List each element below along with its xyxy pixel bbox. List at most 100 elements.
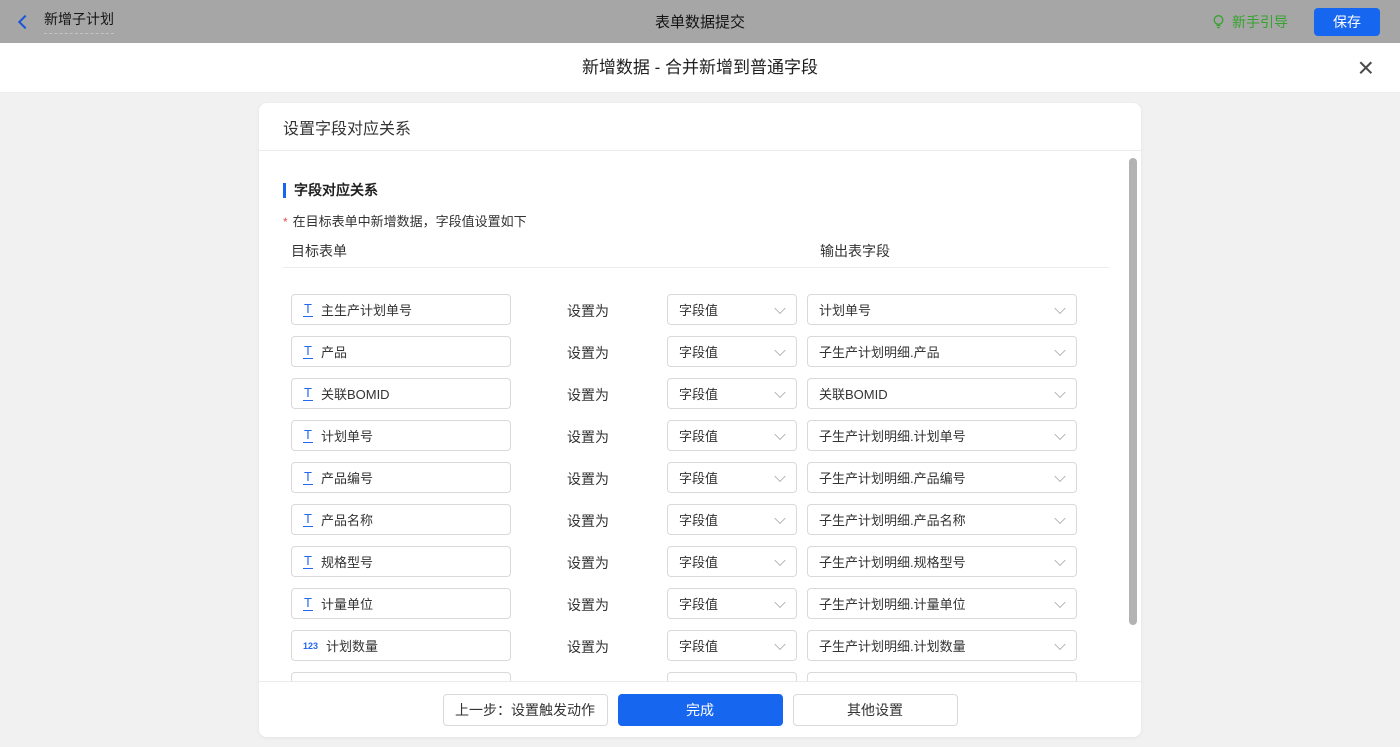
chevron-down-icon (774, 428, 785, 439)
output-field-select[interactable]: 关联BOMID (807, 378, 1077, 409)
field-mapping-row: 123计划数量 设置为 字段值 子生产计划明细.计划数量 (259, 627, 1141, 669)
done-button[interactable]: 完成 (618, 694, 783, 726)
vertical-scrollbar-thumb[interactable] (1129, 158, 1137, 625)
header-divider (283, 267, 1109, 268)
set-as-label: 设置为 (567, 595, 609, 615)
chevron-down-icon (1054, 596, 1065, 607)
number-field-type-icon: 123 (303, 641, 318, 651)
field-mapping-row: T规格型号 设置为 字段值 子生产计划明细.规格型号 (259, 543, 1141, 585)
set-as-label: 设置为 (567, 427, 609, 447)
text-field-type-icon: T (303, 428, 313, 443)
card-footer: 上一步：设置触发动作 完成 其他设置 (259, 681, 1141, 737)
field-mapping-row-partial (259, 669, 1141, 681)
field-mapping-row: T产品名称设置为字段值子生产计划明细.产品名称 (259, 501, 1141, 543)
value-method-select[interactable]: 字段值 (667, 336, 797, 367)
value-method-select[interactable]: 字段值 (667, 420, 797, 451)
text-field-type-icon: T (303, 512, 313, 527)
output-field-select[interactable]: 子生产计划明细.产品名称 (807, 504, 1077, 535)
output-field-label: 子生产计划明细.产品名称 (819, 510, 966, 529)
column-header-output-field: 输出表字段 (820, 241, 890, 261)
output-field-select[interactable]: 计划单号 (807, 294, 1077, 325)
chevron-down-icon (1054, 512, 1065, 523)
output-field-select[interactable]: 子生产计划明细.规格型号 (807, 546, 1077, 577)
output-field-label: 子生产计划明细.计量单位 (819, 594, 966, 613)
text-field-type-icon: T (303, 302, 313, 317)
beginner-guide-label: 新手引导 (1232, 12, 1288, 32)
target-field-box[interactable]: T 产品 (291, 336, 511, 367)
value-method-select[interactable]: 字段值 (667, 504, 797, 535)
output-field-select[interactable]: 子生产计划明细.产品 (807, 336, 1077, 367)
save-button[interactable]: 保存 (1314, 8, 1380, 36)
field-mapping-row: T 计量单位 设置为 字段值 子生产计划明细.计量单位 (259, 585, 1141, 627)
value-method-select[interactable]: 字段值 (667, 588, 797, 619)
value-method-select[interactable] (667, 672, 797, 681)
set-as-label: 设置为 (567, 553, 609, 573)
value-method-select[interactable]: 字段值 (667, 462, 797, 493)
target-field-box[interactable]: T产品名称 (291, 504, 511, 535)
section-title: 字段对应关系 (283, 183, 378, 198)
value-method-select[interactable]: 字段值 (667, 546, 797, 577)
value-method-label: 字段值 (679, 384, 718, 403)
set-as-label: 设置为 (567, 301, 609, 321)
value-method-label: 字段值 (679, 552, 718, 571)
output-field-select[interactable] (807, 672, 1077, 681)
beginner-guide-link[interactable]: 新手引导 (1211, 12, 1288, 32)
target-field-label: 主生产计划单号 (321, 300, 412, 319)
field-mapping-row: T 主生产计划单号 设置为 字段值计划单号 (259, 291, 1141, 333)
required-asterisk: * (283, 215, 288, 229)
output-field-select[interactable]: 子生产计划明细.计划单号 (807, 420, 1077, 451)
previous-step-button[interactable]: 上一步：设置触发动作 (443, 694, 608, 726)
section-description: *在目标表单中新增数据，字段值设置如下 (283, 211, 527, 230)
lightbulb-icon (1211, 14, 1226, 30)
set-as-label: 设置为 (567, 343, 609, 363)
set-as-label: 设置为 (567, 637, 609, 657)
text-field-type-icon: T (303, 596, 313, 611)
value-method-label: 字段值 (679, 510, 718, 529)
chevron-down-icon (774, 386, 785, 397)
target-field-box[interactable]: T 计量单位 (291, 588, 511, 619)
topbar: 新增子计划 表单数据提交 新手引导 保存 (0, 0, 1400, 43)
output-field-select[interactable]: 子生产计划明细.产品编号 (807, 462, 1077, 493)
target-field-box[interactable] (291, 672, 511, 681)
output-field-label: 子生产计划明细.产品编号 (819, 468, 966, 487)
value-method-label: 字段值 (679, 342, 718, 361)
chevron-down-icon (774, 302, 785, 313)
close-icon[interactable]: × (1358, 51, 1374, 85)
target-field-box[interactable]: T 计划单号 (291, 420, 511, 451)
value-method-label: 字段值 (679, 594, 718, 613)
target-field-box[interactable]: T产品编号 (291, 462, 511, 493)
plan-name-label[interactable]: 新增子计划 (44, 9, 114, 34)
value-method-select[interactable]: 字段值 (667, 630, 797, 661)
output-field-select[interactable]: 子生产计划明细.计划数量 (807, 630, 1077, 661)
field-mapping-row: T产品编号设置为字段值子生产计划明细.产品编号 (259, 459, 1141, 501)
output-field-select[interactable]: 子生产计划明细.计量单位 (807, 588, 1077, 619)
text-field-type-icon: T (303, 344, 313, 359)
target-field-label: 产品 (321, 342, 347, 361)
target-field-label: 计划单号 (321, 426, 373, 445)
chevron-down-icon (1054, 638, 1065, 649)
modal-header: 新增数据 - 合并新增到普通字段 × (0, 43, 1400, 93)
target-field-box[interactable]: T 关联BOMID (291, 378, 511, 409)
field-mapping-card: 设置字段对应关系 字段对应关系 *在目标表单中新增数据，字段值设置如下 目标表单… (259, 103, 1141, 737)
value-method-select[interactable]: 字段值 (667, 378, 797, 409)
chevron-down-icon (774, 470, 785, 481)
chevron-down-icon (774, 512, 785, 523)
other-settings-button[interactable]: 其他设置 (793, 694, 958, 726)
chevron-down-icon (1054, 302, 1065, 313)
target-field-box[interactable]: 123计划数量 (291, 630, 511, 661)
card-header-title: 设置字段对应关系 (259, 103, 1141, 151)
value-method-label: 字段值 (679, 426, 718, 445)
output-field-label: 子生产计划明细.计划数量 (819, 636, 966, 655)
target-field-label: 计量单位 (321, 594, 373, 613)
target-field-box[interactable]: T 主生产计划单号 (291, 294, 511, 325)
text-field-type-icon: T (303, 554, 313, 569)
value-method-select[interactable]: 字段值 (667, 294, 797, 325)
target-field-label: 关联BOMID (321, 384, 390, 403)
text-field-type-icon: T (303, 386, 313, 401)
target-field-box[interactable]: T规格型号 (291, 546, 511, 577)
output-field-label: 子生产计划明细.产品 (819, 342, 940, 361)
chevron-down-icon (1054, 554, 1065, 565)
chevron-down-icon (1054, 428, 1065, 439)
field-mapping-row: T关联BOMID设置为字段值关联BOMID (259, 375, 1141, 417)
back-button[interactable]: 新增子计划 (20, 9, 114, 34)
